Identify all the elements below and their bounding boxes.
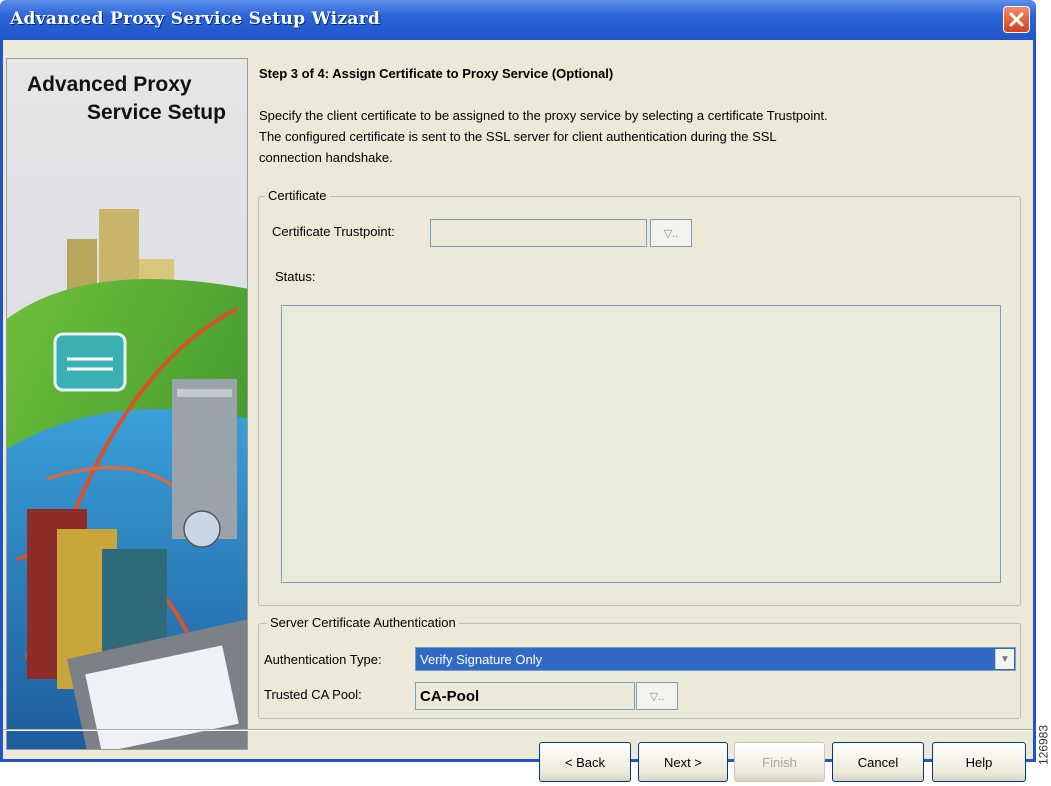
trustpoint-browse-button[interactable]: ▽.. xyxy=(650,219,692,247)
browse-icon: ▽.. xyxy=(649,690,665,703)
ca-pool-browse-button[interactable]: ▽.. xyxy=(636,682,678,710)
ca-pool-label: Trusted CA Pool: xyxy=(264,687,362,702)
auth-type-value: Verify Signature Only xyxy=(420,652,543,667)
step-title: Step 3 of 4: Assign Certificate to Proxy… xyxy=(259,66,614,81)
banner-illustration xyxy=(7,59,247,749)
status-label: Status: xyxy=(275,269,316,284)
figure-id-text: 126983 xyxy=(1036,724,1051,766)
next-button[interactable]: Next > xyxy=(638,742,728,782)
auth-type-select[interactable]: Verify Signature Only ▼ xyxy=(415,647,1016,671)
banner-title-line2: Service Setup xyxy=(87,101,226,124)
help-button[interactable]: Help xyxy=(932,742,1026,782)
server-auth-group-label: Server Certificate Authentication xyxy=(267,615,459,630)
trustpoint-field[interactable] xyxy=(430,219,647,247)
finish-button[interactable]: Finish xyxy=(734,742,825,782)
browse-icon: ▽.. xyxy=(663,227,679,240)
status-text-area[interactable] xyxy=(281,305,1001,583)
ca-pool-field[interactable]: CA-Pool xyxy=(415,682,635,710)
trustpoint-label: Certificate Trustpoint: xyxy=(272,224,395,239)
ca-pool-value: CA-Pool xyxy=(420,688,480,705)
window-title: Advanced Proxy Service Setup Wizard xyxy=(10,9,381,29)
certificate-group-label: Certificate xyxy=(265,188,330,203)
back-button[interactable]: < Back xyxy=(539,742,631,782)
auth-type-label: Authentication Type: xyxy=(264,652,382,667)
cancel-button[interactable]: Cancel xyxy=(832,742,924,782)
close-icon xyxy=(1009,12,1024,27)
banner-title-line1: Advanced Proxy xyxy=(27,73,192,96)
button-bar-separator xyxy=(3,729,1033,731)
step-description: Specify the client certificate to be ass… xyxy=(259,108,828,165)
chevron-down-icon[interactable]: ▼ xyxy=(995,649,1014,669)
close-button[interactable] xyxy=(1003,6,1030,33)
wizard-banner: Advanced Proxy Service Setup xyxy=(6,58,248,750)
title-bar: Advanced Proxy Service Setup Wizard xyxy=(0,0,1036,40)
figure-id: 126983 xyxy=(1036,708,1051,786)
